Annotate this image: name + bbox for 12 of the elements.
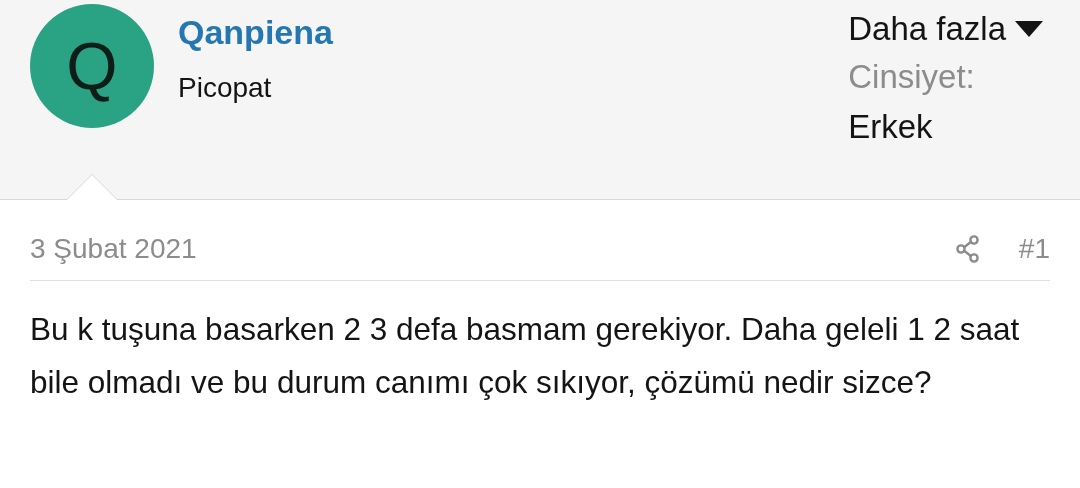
- post-number-link[interactable]: #1: [1018, 228, 1050, 270]
- share-icon[interactable]: [954, 235, 981, 263]
- field-label: Cinsiyet:: [848, 56, 976, 97]
- post-date[interactable]: 3 Şubat 2021: [30, 228, 197, 270]
- caret-icon: [1014, 20, 1044, 39]
- more-dropdown[interactable]: Daha fazla: [848, 8, 1044, 51]
- user-title: Picopat: [178, 70, 273, 105]
- pointer-notch: [66, 174, 118, 200]
- avatar[interactable]: Q: [30, 4, 154, 128]
- username[interactable]: Qanpiena: [178, 12, 333, 53]
- post-body: Bu k tuşuna basarken 2 3 defa basmam gerekiyor. Daha geleli 1 2 saat bile olmadı ve bu durum canımı çok sıkıyor, çözümü nedir sizce?: [29, 310, 1021, 402]
- field-value: Erkek: [848, 107, 934, 148]
